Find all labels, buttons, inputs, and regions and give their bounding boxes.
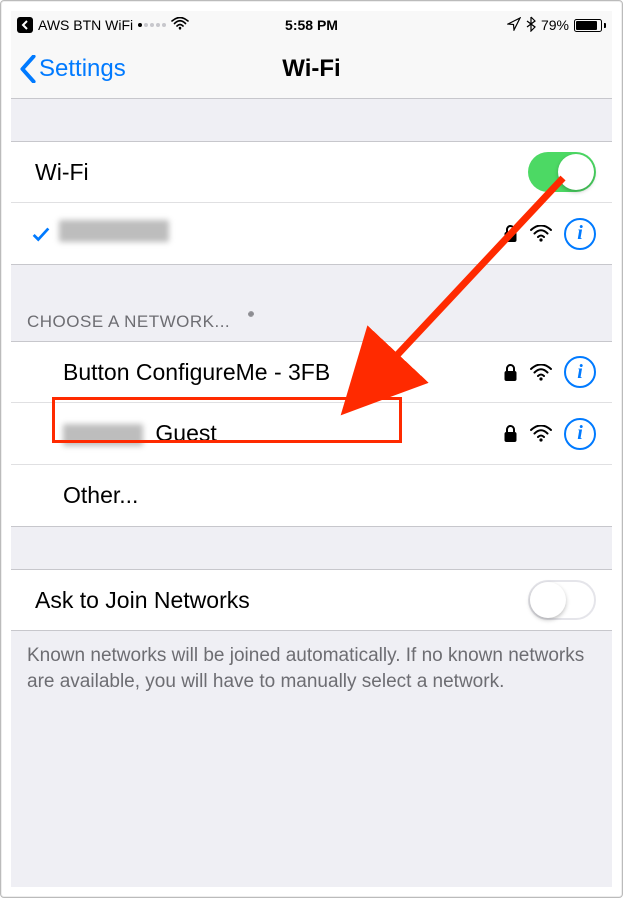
screenshot-frame: AWS BTN WiFi 5:58 PM 79% xyxy=(0,0,623,898)
location-icon xyxy=(507,17,521,34)
network-name: Guest xyxy=(63,420,503,447)
info-button[interactable]: i xyxy=(564,356,596,388)
network-cell-other[interactable]: Other... xyxy=(11,465,612,527)
lock-icon xyxy=(503,363,518,382)
info-button[interactable]: i xyxy=(564,218,596,250)
bluetooth-icon xyxy=(526,16,536,35)
connected-network-cell[interactable]: i xyxy=(11,203,612,265)
wifi-toggle[interactable] xyxy=(528,152,596,192)
wifi-signal-icon xyxy=(530,364,552,381)
device-screen: AWS BTN WiFi 5:58 PM 79% xyxy=(11,11,612,887)
network-cell-button-configureme[interactable]: Button ConfigureMe - 3FB i xyxy=(11,341,612,403)
back-button[interactable]: Settings xyxy=(19,55,126,83)
network-cell-guest[interactable]: Guest i xyxy=(11,403,612,465)
lock-icon xyxy=(503,424,518,443)
checkmark-icon xyxy=(23,223,59,245)
wifi-signal-icon xyxy=(530,225,552,242)
ask-join-toggle[interactable] xyxy=(528,580,596,620)
back-to-app-label[interactable]: AWS BTN WiFi xyxy=(38,17,133,33)
ask-join-cell: Ask to Join Networks xyxy=(11,569,612,631)
wifi-toggle-cell: Wi-Fi xyxy=(11,141,612,203)
info-button[interactable]: i xyxy=(564,418,596,450)
back-to-app-icon[interactable] xyxy=(17,17,33,33)
connected-network-name xyxy=(59,220,503,248)
ask-join-footer: Known networks will be joined automatica… xyxy=(11,631,612,694)
network-name: Button ConfigureMe - 3FB xyxy=(63,359,503,386)
choose-network-label: CHOOSE A NETWORK... xyxy=(27,312,230,332)
spinner-icon xyxy=(240,311,262,333)
choose-network-header: CHOOSE A NETWORK... xyxy=(11,265,612,341)
battery-icon xyxy=(574,19,606,32)
status-bar: AWS BTN WiFi 5:58 PM 79% xyxy=(11,11,612,39)
back-button-label: Settings xyxy=(39,55,126,83)
network-list: Button ConfigureMe - 3FB i Guest xyxy=(11,341,612,527)
battery-percent: 79% xyxy=(541,17,569,33)
wifi-status-icon xyxy=(171,17,189,33)
ask-join-label: Ask to Join Networks xyxy=(35,587,528,614)
wifi-signal-icon xyxy=(530,425,552,442)
ask-join-group: Ask to Join Networks xyxy=(11,569,612,631)
wifi-label: Wi-Fi xyxy=(35,159,528,186)
lock-icon xyxy=(503,224,518,243)
cell-signal-icon xyxy=(138,23,166,27)
wifi-toggle-group: Wi-Fi i xyxy=(11,141,612,265)
network-name: Other... xyxy=(63,482,596,509)
nav-bar: Settings Wi-Fi xyxy=(11,39,612,99)
